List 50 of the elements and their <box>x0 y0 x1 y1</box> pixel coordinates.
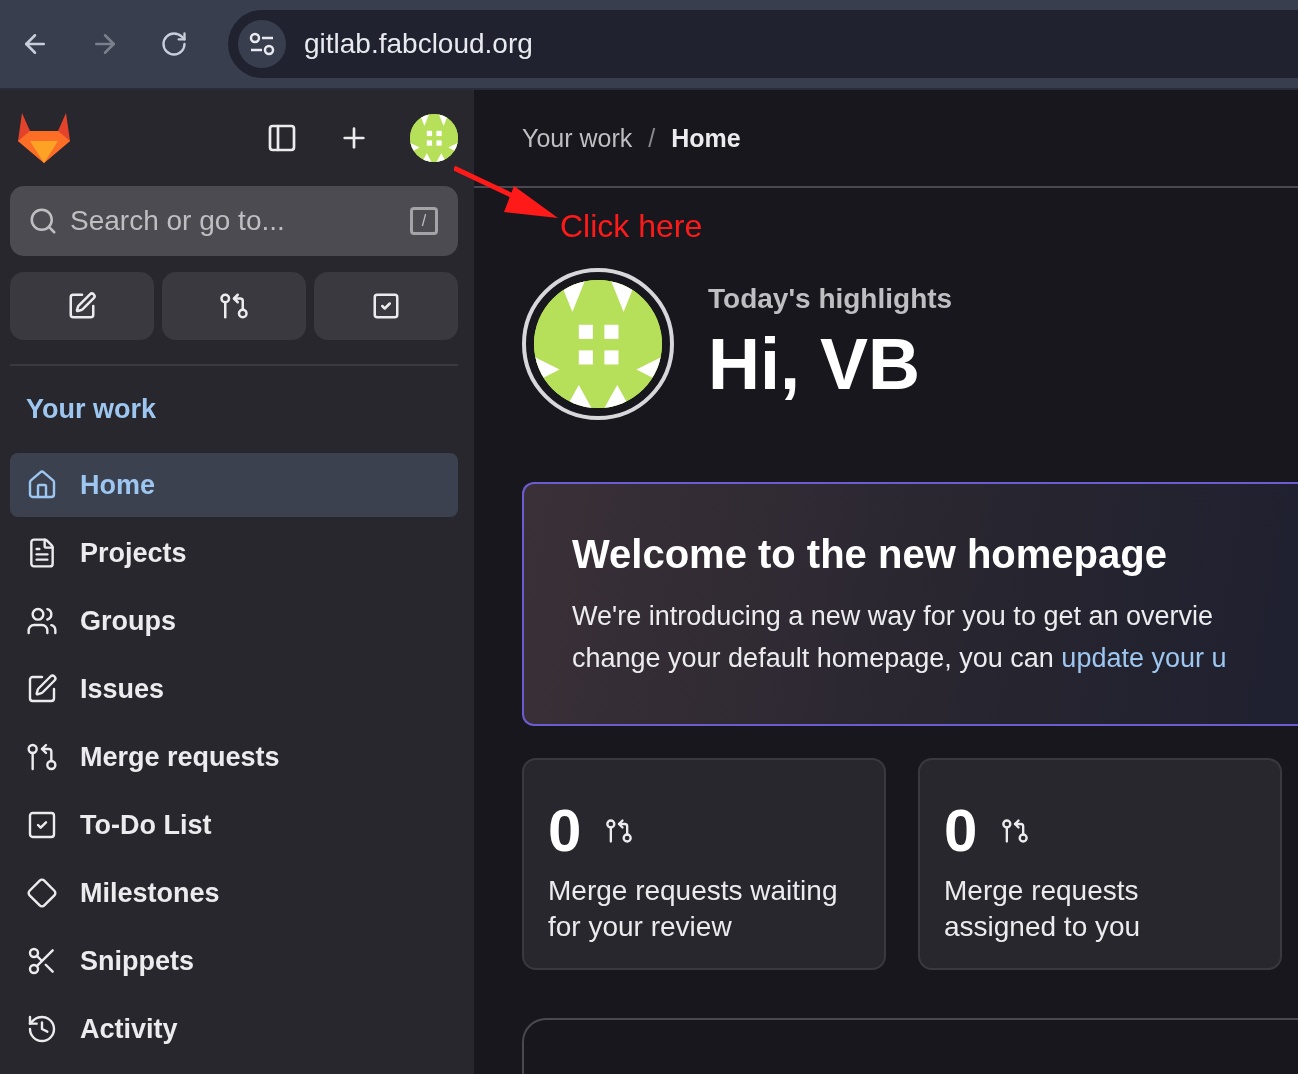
avatar-pattern-icon <box>534 280 662 408</box>
checkbox-icon <box>371 291 401 321</box>
merge-request-icon <box>605 816 634 845</box>
diamond-icon <box>26 877 58 909</box>
annotation-text: Click here <box>560 208 703 245</box>
stat-count: 0 <box>944 796 978 865</box>
stat-label: Merge requests assigned to you <box>944 874 1142 944</box>
pencil-square-icon <box>26 673 58 705</box>
sidebar-toggle-button[interactable] <box>266 122 298 154</box>
stat-card[interactable]: 0 Merge requests waiting for your review <box>522 758 886 970</box>
merge-request-icon <box>26 741 58 773</box>
stat-label: Merge requests waiting for your review <box>548 874 839 944</box>
shortcut-key: / <box>410 207 438 235</box>
checkbox-icon <box>26 809 58 841</box>
site-settings-icon[interactable] <box>238 20 286 68</box>
house-icon <box>26 469 58 501</box>
nav-item[interactable]: To-Do List <box>10 793 458 857</box>
people-icon <box>26 605 58 637</box>
stat-count: 0 <box>548 796 582 865</box>
search-icon <box>28 206 58 236</box>
subtitle: Today's highlights <box>708 283 953 315</box>
avatar-pattern-icon <box>410 114 458 162</box>
reload-button[interactable] <box>160 30 188 58</box>
nav-item[interactable]: Milestones <box>10 861 458 925</box>
merge-request-icon <box>219 291 249 321</box>
merge-request-icon <box>1001 816 1030 845</box>
banner-title: Welcome to the new homepage <box>572 532 1168 577</box>
merge-requests-button[interactable] <box>162 272 306 340</box>
stat-card[interactable]: 0 Merge requests assigned to you <box>918 758 1282 970</box>
banner-text: We're introducing a new way for you to get an overvie change your default homepage, you can update your u <box>572 600 1228 675</box>
pencil-square-icon <box>67 291 97 321</box>
history-icon <box>26 1013 58 1045</box>
fox-logo <box>18 113 70 163</box>
breadcrumb-link[interactable]: Home <box>671 123 741 153</box>
address-bar[interactable]: gitlab.fabcloud.org <box>228 10 1298 78</box>
settings-link[interactable]: update your u <box>1061 643 1227 673</box>
nav-item[interactable]: Groups <box>10 589 458 653</box>
nav-item[interactable]: Merge requests <box>10 725 458 789</box>
breadcrumb-link[interactable]: Your work <box>522 123 633 153</box>
issues-button[interactable] <box>10 272 154 340</box>
url-text: gitlab.fabcloud.org <box>304 28 533 60</box>
nav-item[interactable]: Activity <box>10 997 458 1061</box>
greeting-title: Hi, VB <box>708 323 922 405</box>
section-title: Your work <box>25 393 158 426</box>
todo-button[interactable] <box>314 272 458 340</box>
nav-item[interactable]: Snippets <box>10 929 458 993</box>
nav-item[interactable]: Projects <box>10 521 458 585</box>
nav-item[interactable]: Home <box>10 453 458 517</box>
nav-item[interactable]: Issues <box>10 657 458 721</box>
breadcrumb-separator: / <box>648 123 656 153</box>
